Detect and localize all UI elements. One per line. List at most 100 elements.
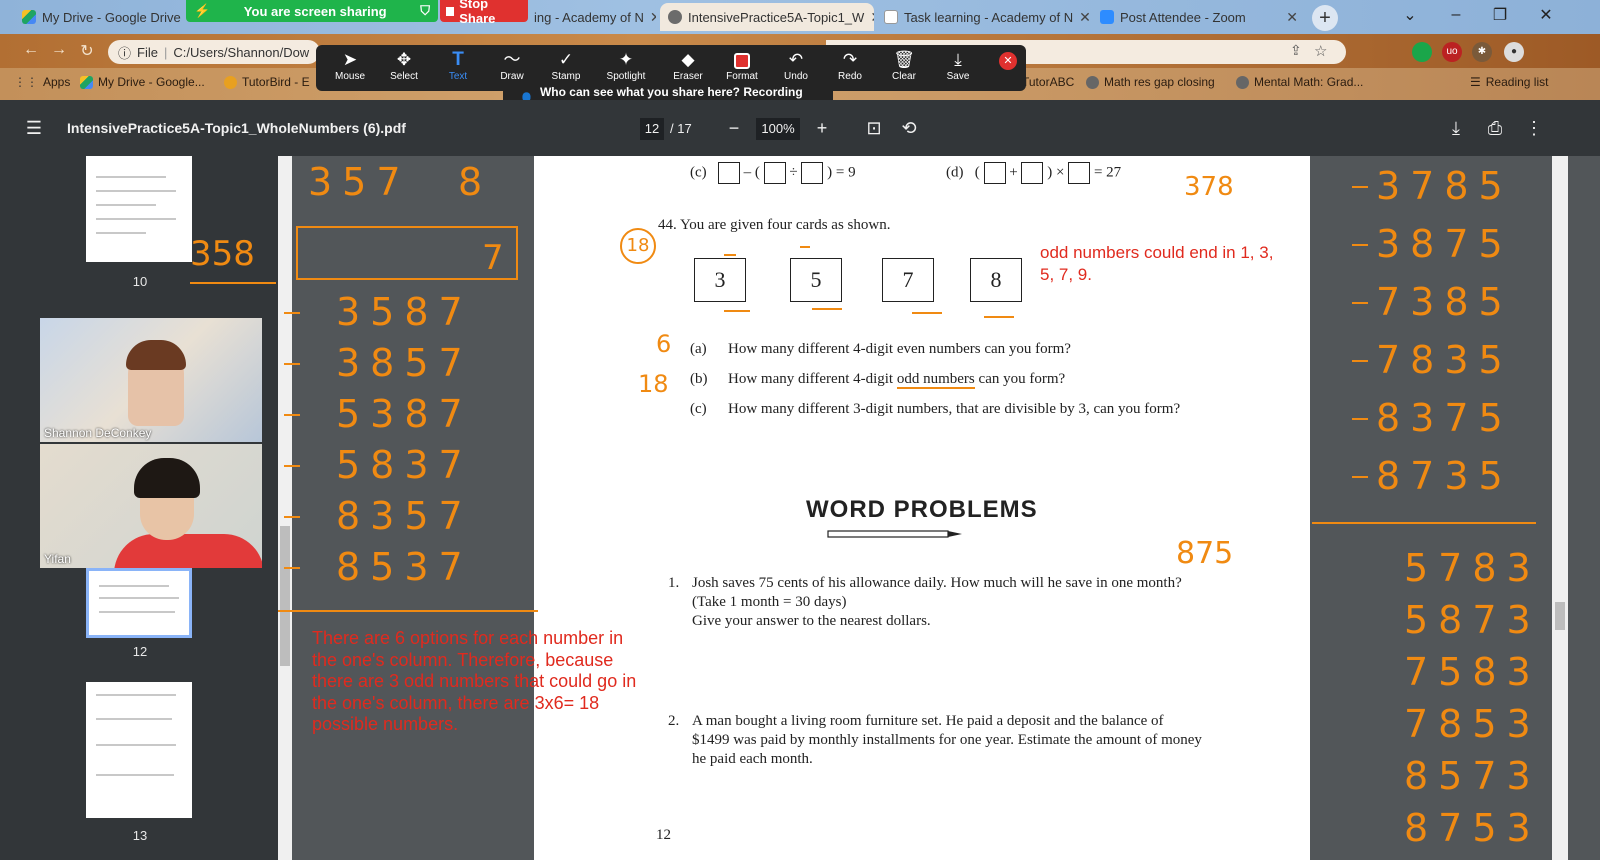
- bookmark-tutorbird[interactable]: TutorBird - E: [224, 75, 310, 89]
- ink-dash: [284, 363, 300, 365]
- back-icon[interactable]: ←: [20, 41, 42, 63]
- page-total: / 17: [670, 121, 692, 136]
- minimize-icon[interactable]: –: [1434, 0, 1478, 30]
- problem-1: Josh saves 75 cents of his allowance dai…: [692, 575, 1182, 610]
- profile-avatar[interactable]: ●: [1504, 42, 1524, 62]
- tool-format[interactable]: Format: [714, 49, 770, 87]
- ink-357: 357: [308, 160, 411, 204]
- tool-redo[interactable]: ↷ Redo: [822, 49, 878, 87]
- part-a-label: (a): [690, 341, 707, 357]
- tab-task-learning[interactable]: Task learning - Academy of N ✕: [876, 3, 1090, 31]
- thumbnail-label-10: 10: [132, 274, 148, 289]
- print-icon[interactable]: ⎙: [1483, 116, 1507, 140]
- ink-dash: [1352, 476, 1368, 478]
- bookmark-apps[interactable]: ⋮⋮ Apps: [14, 75, 70, 89]
- ink-dash: [284, 567, 300, 569]
- close-window-icon[interactable]: ✕: [1524, 0, 1568, 30]
- ink-number: 8573: [1404, 754, 1541, 798]
- ink-dash: [284, 414, 300, 416]
- tab-google-drive[interactable]: My Drive - Google Drive: [14, 3, 186, 31]
- tab-intensive-practice[interactable]: IntensivePractice5A-Topic1_W ✕: [660, 3, 874, 31]
- bookmark-mental-math[interactable]: Mental Math: Grad...: [1236, 75, 1363, 89]
- page-number: 12: [656, 827, 671, 843]
- more-options-icon[interactable]: ⋮: [1522, 116, 1546, 140]
- zoom-out-icon[interactable]: −: [722, 116, 746, 140]
- tool-mouse[interactable]: ➤ Mouse: [322, 49, 378, 87]
- tool-undo[interactable]: ↶ Undo: [768, 49, 824, 87]
- document-scrollbar[interactable]: [1552, 156, 1568, 860]
- bookmark-reading-list[interactable]: ☰ Reading list: [1470, 75, 1548, 89]
- download-icon[interactable]: ⤓: [1444, 116, 1468, 140]
- ink-number: 7835: [1376, 338, 1513, 382]
- tool-clear[interactable]: 🗑 Clear: [876, 49, 932, 87]
- tool-select[interactable]: ✥ Select: [376, 49, 432, 87]
- forward-icon[interactable]: →: [48, 41, 70, 63]
- menu-icon[interactable]: ☰: [22, 116, 46, 140]
- ublock-icon[interactable]: uo: [1442, 42, 1462, 62]
- sidebar-scrollbar[interactable]: [278, 156, 292, 860]
- ink-box-7: 7: [482, 238, 504, 278]
- redo-icon: ↷: [842, 50, 858, 69]
- star-icon[interactable]: ☆: [1314, 42, 1327, 60]
- problem-2: A man bought a living room furniture set…: [692, 713, 1202, 767]
- ink-dash: [284, 312, 300, 314]
- tool-save[interactable]: ⤓ Save: [930, 49, 986, 87]
- format-icon: [714, 49, 770, 71]
- restore-icon[interactable]: ❐: [1478, 0, 1522, 30]
- zoom-in-icon[interactable]: +: [810, 116, 834, 140]
- problem-2-number: 2.: [668, 713, 680, 729]
- ink-dash: [1352, 244, 1368, 246]
- fit-page-icon[interactable]: ⊡: [862, 116, 886, 140]
- rotate-icon[interactable]: ⟲: [897, 116, 921, 140]
- puzzle-icon[interactable]: ✱: [1472, 42, 1492, 62]
- close-annotation-icon[interactable]: ✕: [999, 52, 1017, 70]
- tab-zoom[interactable]: Post Attendee - Zoom ✕: [1092, 3, 1306, 31]
- page-thumbnail-13[interactable]: [86, 682, 192, 818]
- page-number-input[interactable]: 12: [640, 118, 664, 140]
- close-tab-icon[interactable]: ✕: [650, 9, 656, 26]
- tab-academy[interactable]: ing - Academy of N ✕: [526, 3, 656, 31]
- video-tile-shannon[interactable]: Shannon DeConkey: [40, 318, 262, 442]
- ink-number: 8753: [1404, 806, 1541, 850]
- ink-number: 5783: [1404, 546, 1541, 590]
- video-tile-yifan[interactable]: Yifan: [40, 444, 262, 568]
- bookmark-math-res[interactable]: Math res gap closing: [1086, 75, 1215, 89]
- share-icon: ⚡: [194, 3, 211, 18]
- stop-share-button[interactable]: Stop Share: [440, 0, 528, 26]
- zoom-level-input[interactable]: 100%: [756, 118, 800, 140]
- page-thumbnail-10[interactable]: [86, 156, 192, 262]
- screen-sharing-banner[interactable]: ⚡ You are screen sharing ⛉: [186, 0, 438, 22]
- ink-dash: [1352, 360, 1368, 362]
- word-problems-heading: WORD PROBLEMS: [806, 496, 1038, 523]
- spotlight-icon: ✦: [618, 50, 634, 69]
- arrow-cursor-icon: ➤: [342, 50, 358, 69]
- close-tab-icon[interactable]: ✕: [870, 9, 874, 26]
- tool-stamp[interactable]: ✓ Stamp: [538, 49, 594, 87]
- globe-icon: [1236, 75, 1249, 89]
- tab-search-icon[interactable]: ⌄: [1388, 0, 1432, 30]
- extension-icon[interactable]: [1412, 42, 1432, 62]
- ink-358: 358: [190, 234, 255, 274]
- ink-dash: [1352, 418, 1368, 420]
- google-drive-icon: [80, 75, 93, 89]
- tool-draw[interactable]: 〜 Draw: [484, 49, 540, 87]
- share-page-icon[interactable]: ⇪: [1290, 42, 1302, 59]
- problem-1-note: Give your answer to the nearest dollars.: [692, 613, 931, 629]
- reload-icon[interactable]: ↻: [76, 41, 98, 63]
- bookmark-my-drive[interactable]: My Drive - Google...: [80, 75, 205, 89]
- ink-number: 8735: [1376, 454, 1513, 498]
- tool-text[interactable]: T Text: [430, 49, 486, 87]
- close-tab-icon[interactable]: ✕: [1286, 9, 1298, 26]
- tool-eraser[interactable]: ◆ Eraser: [660, 49, 716, 87]
- ink-number: 5837: [336, 443, 473, 487]
- shield-icon: ⛉: [420, 3, 430, 18]
- eraser-icon: ◆: [681, 50, 695, 69]
- address-bar[interactable]: ⓘ File | C:/Users/Shannon/Dow: [108, 40, 320, 64]
- page-thumbnail-12[interactable]: [86, 568, 192, 638]
- bookmark-tutorabc[interactable]: TutorABC: [1022, 75, 1074, 89]
- undo-icon: ↶: [788, 50, 804, 69]
- new-tab-button[interactable]: +: [1312, 5, 1338, 31]
- close-tab-icon[interactable]: ✕: [1079, 9, 1090, 26]
- tool-spotlight[interactable]: ✦ Spotlight: [598, 49, 654, 87]
- ink-number: 8375: [1376, 396, 1513, 440]
